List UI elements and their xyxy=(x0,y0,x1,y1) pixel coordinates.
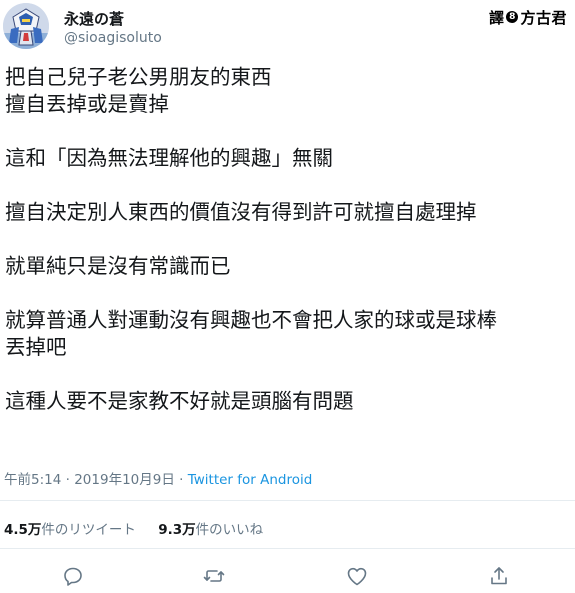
likes-stat[interactable]: 9.3万件のいいね xyxy=(158,522,263,538)
reply-icon xyxy=(64,567,82,586)
tweet-card: 永遠の蒼 @sioagisoluto 譯 8 方古君 把自己兒子老公男朋友的東西… xyxy=(0,0,575,593)
tweet-line: 就單純只是沒有常識而已 xyxy=(5,254,231,278)
translator-separator: 8 xyxy=(506,11,519,23)
translator-prefix: 譯 xyxy=(488,8,505,27)
tweet-time[interactable]: 午前5:14 xyxy=(4,472,61,488)
meta-separator: · xyxy=(65,472,70,488)
avatar[interactable] xyxy=(3,3,49,49)
tweet-text: 把自己兒子老公男朋友的東西 擅自丟掉或是賣掉 這和「因為無法理解他的興趣」無關 … xyxy=(5,64,565,415)
translator-watermark: 譯 8 方古君 xyxy=(489,6,567,28)
meta-separator: · xyxy=(179,472,184,488)
share-icon xyxy=(491,567,507,585)
divider xyxy=(0,500,575,501)
tweet-stats: 4.5万件のリツイート 9.3万件のいいね xyxy=(4,518,281,538)
retweets-stat[interactable]: 4.5万件のリツイート xyxy=(4,522,136,538)
retweet-button[interactable] xyxy=(202,564,226,588)
likes-label: 件のいいね xyxy=(195,522,264,538)
tweet-line: 這和「因為無法理解他的興趣」無關 xyxy=(5,146,333,170)
like-icon xyxy=(347,567,367,586)
tweet-line: 擅自丟掉或是賣掉 xyxy=(5,92,169,116)
tweet-line: 丟掉吧 xyxy=(5,335,67,359)
tweet-line: 這種人要不是家教不好就是頭腦有問題 xyxy=(5,389,354,413)
reply-button[interactable] xyxy=(61,564,85,588)
divider xyxy=(0,548,575,549)
retweet-icon xyxy=(203,570,225,582)
display-name[interactable]: 永遠の蒼 xyxy=(64,8,124,29)
avatar-robot-icon xyxy=(3,3,49,49)
share-button[interactable] xyxy=(487,564,511,588)
tweet-date[interactable]: 2019年10月9日 xyxy=(74,472,175,488)
tweet-meta: 午前5:14 · 2019年10月9日 · Twitter for Androi… xyxy=(4,468,312,488)
user-handle[interactable]: @sioagisoluto xyxy=(64,30,162,46)
like-button[interactable] xyxy=(345,564,369,588)
tweet-actions xyxy=(0,564,575,588)
tweet-line: 就算普通人對運動沒有興趣也不會把人家的球或是球棒 xyxy=(5,308,497,332)
tweet-line: 擅自決定別人東西的價值沒有得到許可就擅自處理掉 xyxy=(5,200,477,224)
tweet-line: 把自己兒子老公男朋友的東西 xyxy=(5,65,272,89)
retweets-count: 4.5万 xyxy=(4,522,42,538)
tweet-source-link[interactable]: Twitter for Android xyxy=(188,472,313,488)
retweets-label: 件のリツイート xyxy=(41,522,136,538)
likes-count: 9.3万 xyxy=(158,522,196,538)
translator-name: 方古君 xyxy=(520,8,567,27)
